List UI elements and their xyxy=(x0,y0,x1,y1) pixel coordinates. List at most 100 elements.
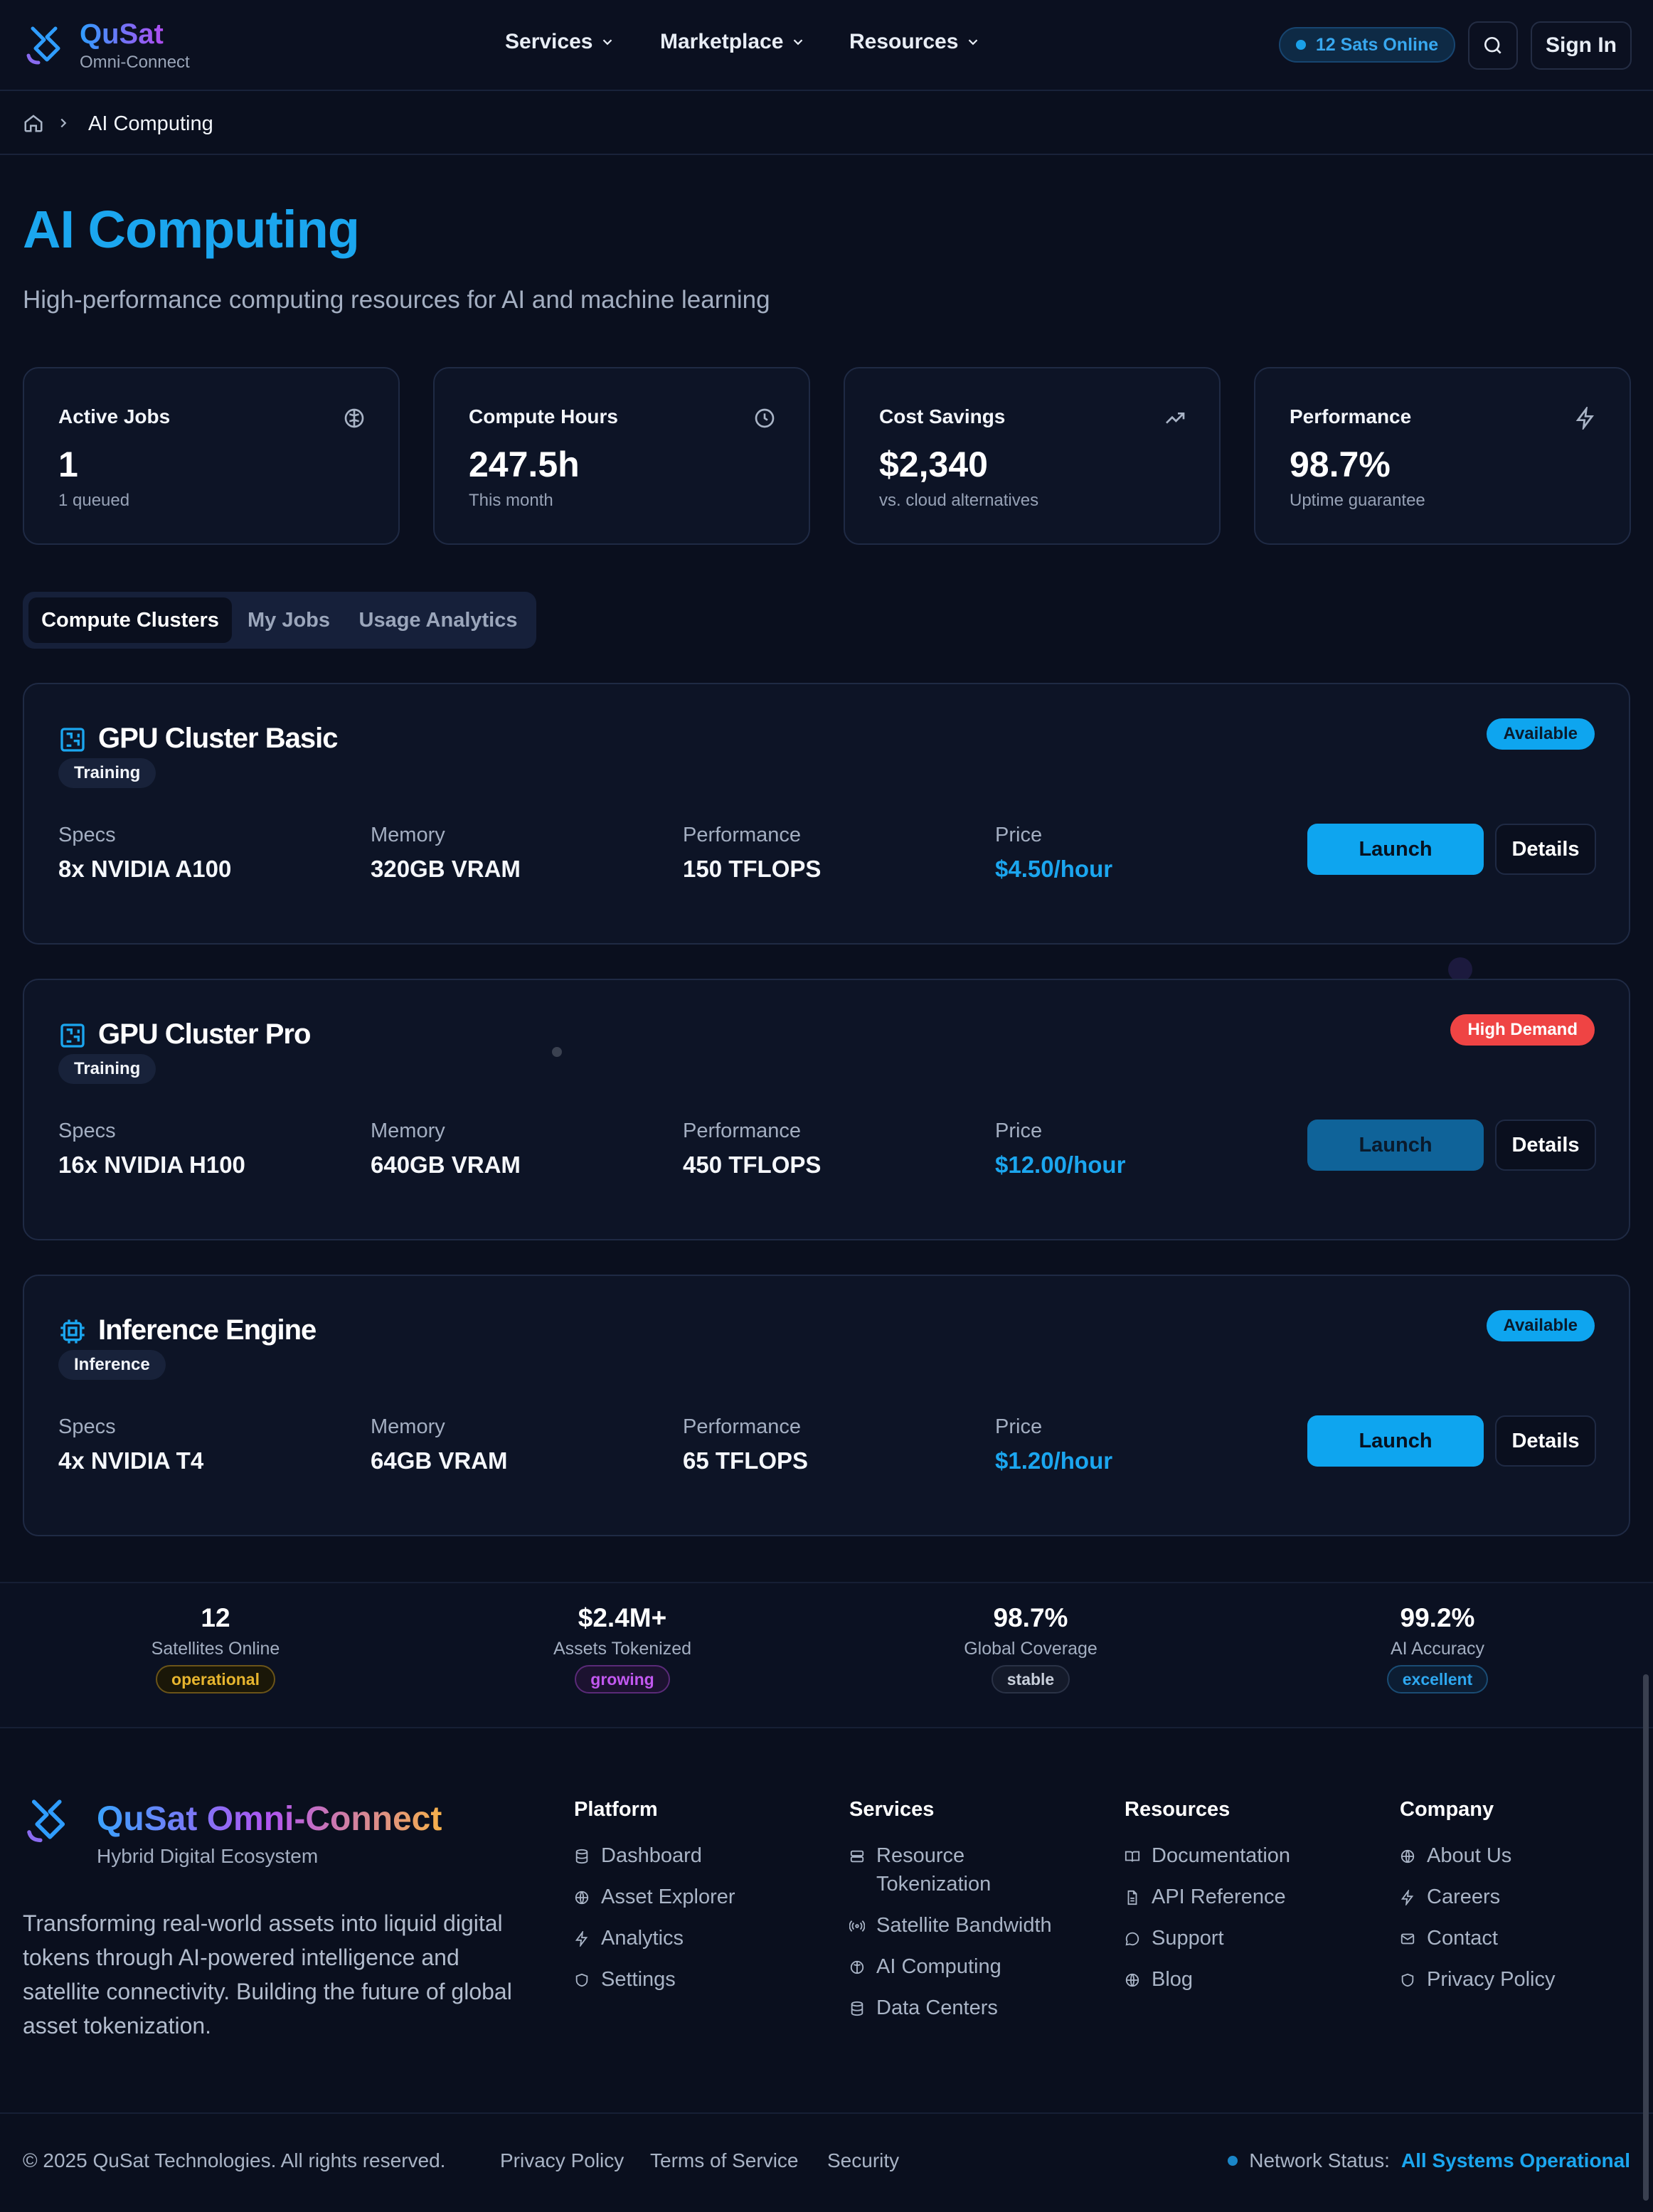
footer-link-label: Documentation xyxy=(1152,1844,1291,1867)
stat-note: vs. cloud alternatives xyxy=(879,491,1039,510)
globe-icon xyxy=(1125,1973,1139,1987)
footer-link-label: Contact xyxy=(1427,1927,1498,1950)
bottom-link-security[interactable]: Security xyxy=(827,2149,899,2172)
launch-button[interactable]: Launch xyxy=(1307,1415,1484,1467)
footer-link-privacy-policy[interactable]: Privacy Policy xyxy=(1400,1965,1556,1994)
page-title: AI Computing xyxy=(23,200,360,259)
footer-link-ai-computing[interactable]: AI Computing xyxy=(849,1952,1077,1981)
tab-compute-clusters[interactable]: Compute Clusters xyxy=(28,597,232,643)
spec-memory: Memory 64GB VRAM xyxy=(371,1415,508,1474)
footer-link-label: Dashboard xyxy=(601,1844,702,1867)
cpu-icon xyxy=(60,1319,85,1344)
footer-link-support[interactable]: Support xyxy=(1125,1924,1290,1952)
footer-link-about-us[interactable]: About Us xyxy=(1400,1841,1556,1870)
footer-link-label: Satellite Bandwidth xyxy=(876,1914,1052,1937)
globe-icon xyxy=(1400,1849,1415,1863)
footer-link-settings[interactable]: Settings xyxy=(574,1965,735,1994)
bottom-link-privacy[interactable]: Privacy Policy xyxy=(500,2149,624,2172)
brand-name[interactable]: QuSat xyxy=(80,18,164,50)
cluster-type-tag: Inference xyxy=(58,1350,166,1380)
footer-link-label: Privacy Policy xyxy=(1427,1968,1556,1991)
footer-link-api-reference[interactable]: API Reference xyxy=(1125,1883,1290,1911)
footer-column-company: Company About Us Careers Contact Privacy… xyxy=(1400,1798,1556,2006)
scrollbar-thumb[interactable] xyxy=(1643,1674,1649,2201)
stat-note: 1 queued xyxy=(58,491,130,510)
spec-label: Specs xyxy=(58,1415,116,1438)
satellite-logo-icon[interactable] xyxy=(23,21,68,67)
details-button[interactable]: Details xyxy=(1495,1120,1596,1171)
tab-my-jobs[interactable]: My Jobs xyxy=(233,597,344,643)
trending-up-icon xyxy=(1166,413,1185,424)
footer-link-blog[interactable]: Blog xyxy=(1125,1965,1290,1994)
spec-value: 450 TFLOPS xyxy=(683,1152,822,1178)
footer-link-resource-tokenization[interactable]: Resource Tokenization xyxy=(849,1841,1077,1898)
home-icon[interactable] xyxy=(23,112,44,134)
stat-card-active-jobs: Active Jobs 1 1 queued xyxy=(23,367,400,545)
spec-memory: Memory 320GB VRAM xyxy=(371,824,521,883)
bottom-link-terms[interactable]: Terms of Service xyxy=(650,2149,799,2172)
spec-specs: Specs 8x NVIDIA A100 xyxy=(58,824,231,883)
file-text-icon xyxy=(1127,1890,1137,1905)
details-button[interactable]: Details xyxy=(1495,824,1596,875)
clock-icon xyxy=(755,408,775,428)
stat-card-compute-hours: Compute Hours 247.5h This month xyxy=(433,367,810,545)
cluster-name: GPU Cluster Basic xyxy=(98,723,338,754)
footer-link-label: Resource Tokenization xyxy=(876,1844,992,1895)
spec-value: 16x NVIDIA H100 xyxy=(58,1152,245,1178)
metric-badge: operational xyxy=(156,1665,275,1693)
spec-value: 4x NVIDIA T4 xyxy=(58,1447,204,1474)
cluster-card-inference: Inference Engine Inference Available Spe… xyxy=(23,1275,1630,1536)
circuit-icon xyxy=(60,1023,85,1048)
metric-value: 12 xyxy=(201,1603,230,1632)
sign-in-button[interactable]: Sign In xyxy=(1531,21,1632,70)
status-badge: Available xyxy=(1486,718,1595,750)
brand-subtitle: Omni-Connect xyxy=(80,53,190,72)
network-status: Network Status: All Systems Operational xyxy=(1228,2149,1630,2172)
mail-icon xyxy=(1400,1933,1415,1945)
footer-link-documentation[interactable]: Documentation xyxy=(1125,1841,1290,1870)
footer-link-data-centers[interactable]: Data Centers xyxy=(849,1994,1077,2022)
launch-button[interactable]: Launch xyxy=(1307,824,1484,875)
metric-badge: excellent xyxy=(1386,1665,1489,1693)
spec-performance: Performance 450 TFLOPS xyxy=(683,1120,821,1179)
tab-usage-analytics[interactable]: Usage Analytics xyxy=(346,597,531,643)
footer-link-label: API Reference xyxy=(1152,1886,1286,1908)
shield-icon xyxy=(1401,1973,1414,1987)
stat-label: Cost Savings xyxy=(879,405,1006,427)
footer-link-label: Support xyxy=(1152,1927,1224,1950)
shield-icon xyxy=(575,1973,588,1987)
copyright-text: © 2025 QuSat Technologies. All rights re… xyxy=(23,2149,446,2171)
top-navbar: QuSat Omni-Connect Services Marketplace … xyxy=(0,0,1653,91)
spec-label: Memory xyxy=(371,1415,445,1438)
book-icon xyxy=(1125,1851,1140,1862)
stat-label: Compute Hours xyxy=(469,405,618,427)
footer-link-dashboard[interactable]: Dashboard xyxy=(574,1841,735,1870)
stat-value: $2,340 xyxy=(879,445,988,484)
footer-link-asset-explorer[interactable]: Asset Explorer xyxy=(574,1883,735,1911)
nav-services[interactable]: Services xyxy=(505,30,615,54)
nav-resources-label: Resources xyxy=(849,30,959,53)
spec-label: Performance xyxy=(683,824,802,846)
metrics-strip: 12 Satellites Online operational $2.4M+ … xyxy=(0,1582,1653,1728)
spec-label: Performance xyxy=(683,1120,802,1142)
footer-link-analytics[interactable]: Analytics xyxy=(574,1924,735,1952)
details-button[interactable]: Details xyxy=(1495,1415,1596,1467)
nav-resources[interactable]: Resources xyxy=(849,30,981,54)
footer-link-satellite-bandwidth[interactable]: Satellite Bandwidth xyxy=(849,1911,1077,1940)
status-dot-icon xyxy=(1228,2156,1238,2166)
server-icon xyxy=(850,1850,864,1863)
spec-specs: Specs 16x NVIDIA H100 xyxy=(58,1120,245,1179)
sats-online-badge: 12 Sats Online xyxy=(1279,27,1455,63)
nav-marketplace[interactable]: Marketplace xyxy=(660,30,806,54)
footer-link-careers[interactable]: Careers xyxy=(1400,1883,1556,1911)
search-button[interactable] xyxy=(1468,21,1518,70)
metric-ai-accuracy: 99.2% AI Accuracy excellent xyxy=(1295,1603,1580,1693)
zap-icon xyxy=(1400,1890,1414,1905)
status-badge: High Demand xyxy=(1450,1014,1595,1046)
spec-price: Price $12.00/hour xyxy=(995,1120,1125,1179)
footer-link-contact[interactable]: Contact xyxy=(1400,1924,1556,1952)
metric-label: Satellites Online xyxy=(151,1639,280,1659)
metric-value: 99.2% xyxy=(1400,1603,1475,1632)
spec-label: Specs xyxy=(58,824,116,846)
launch-button[interactable]: Launch xyxy=(1307,1120,1484,1171)
